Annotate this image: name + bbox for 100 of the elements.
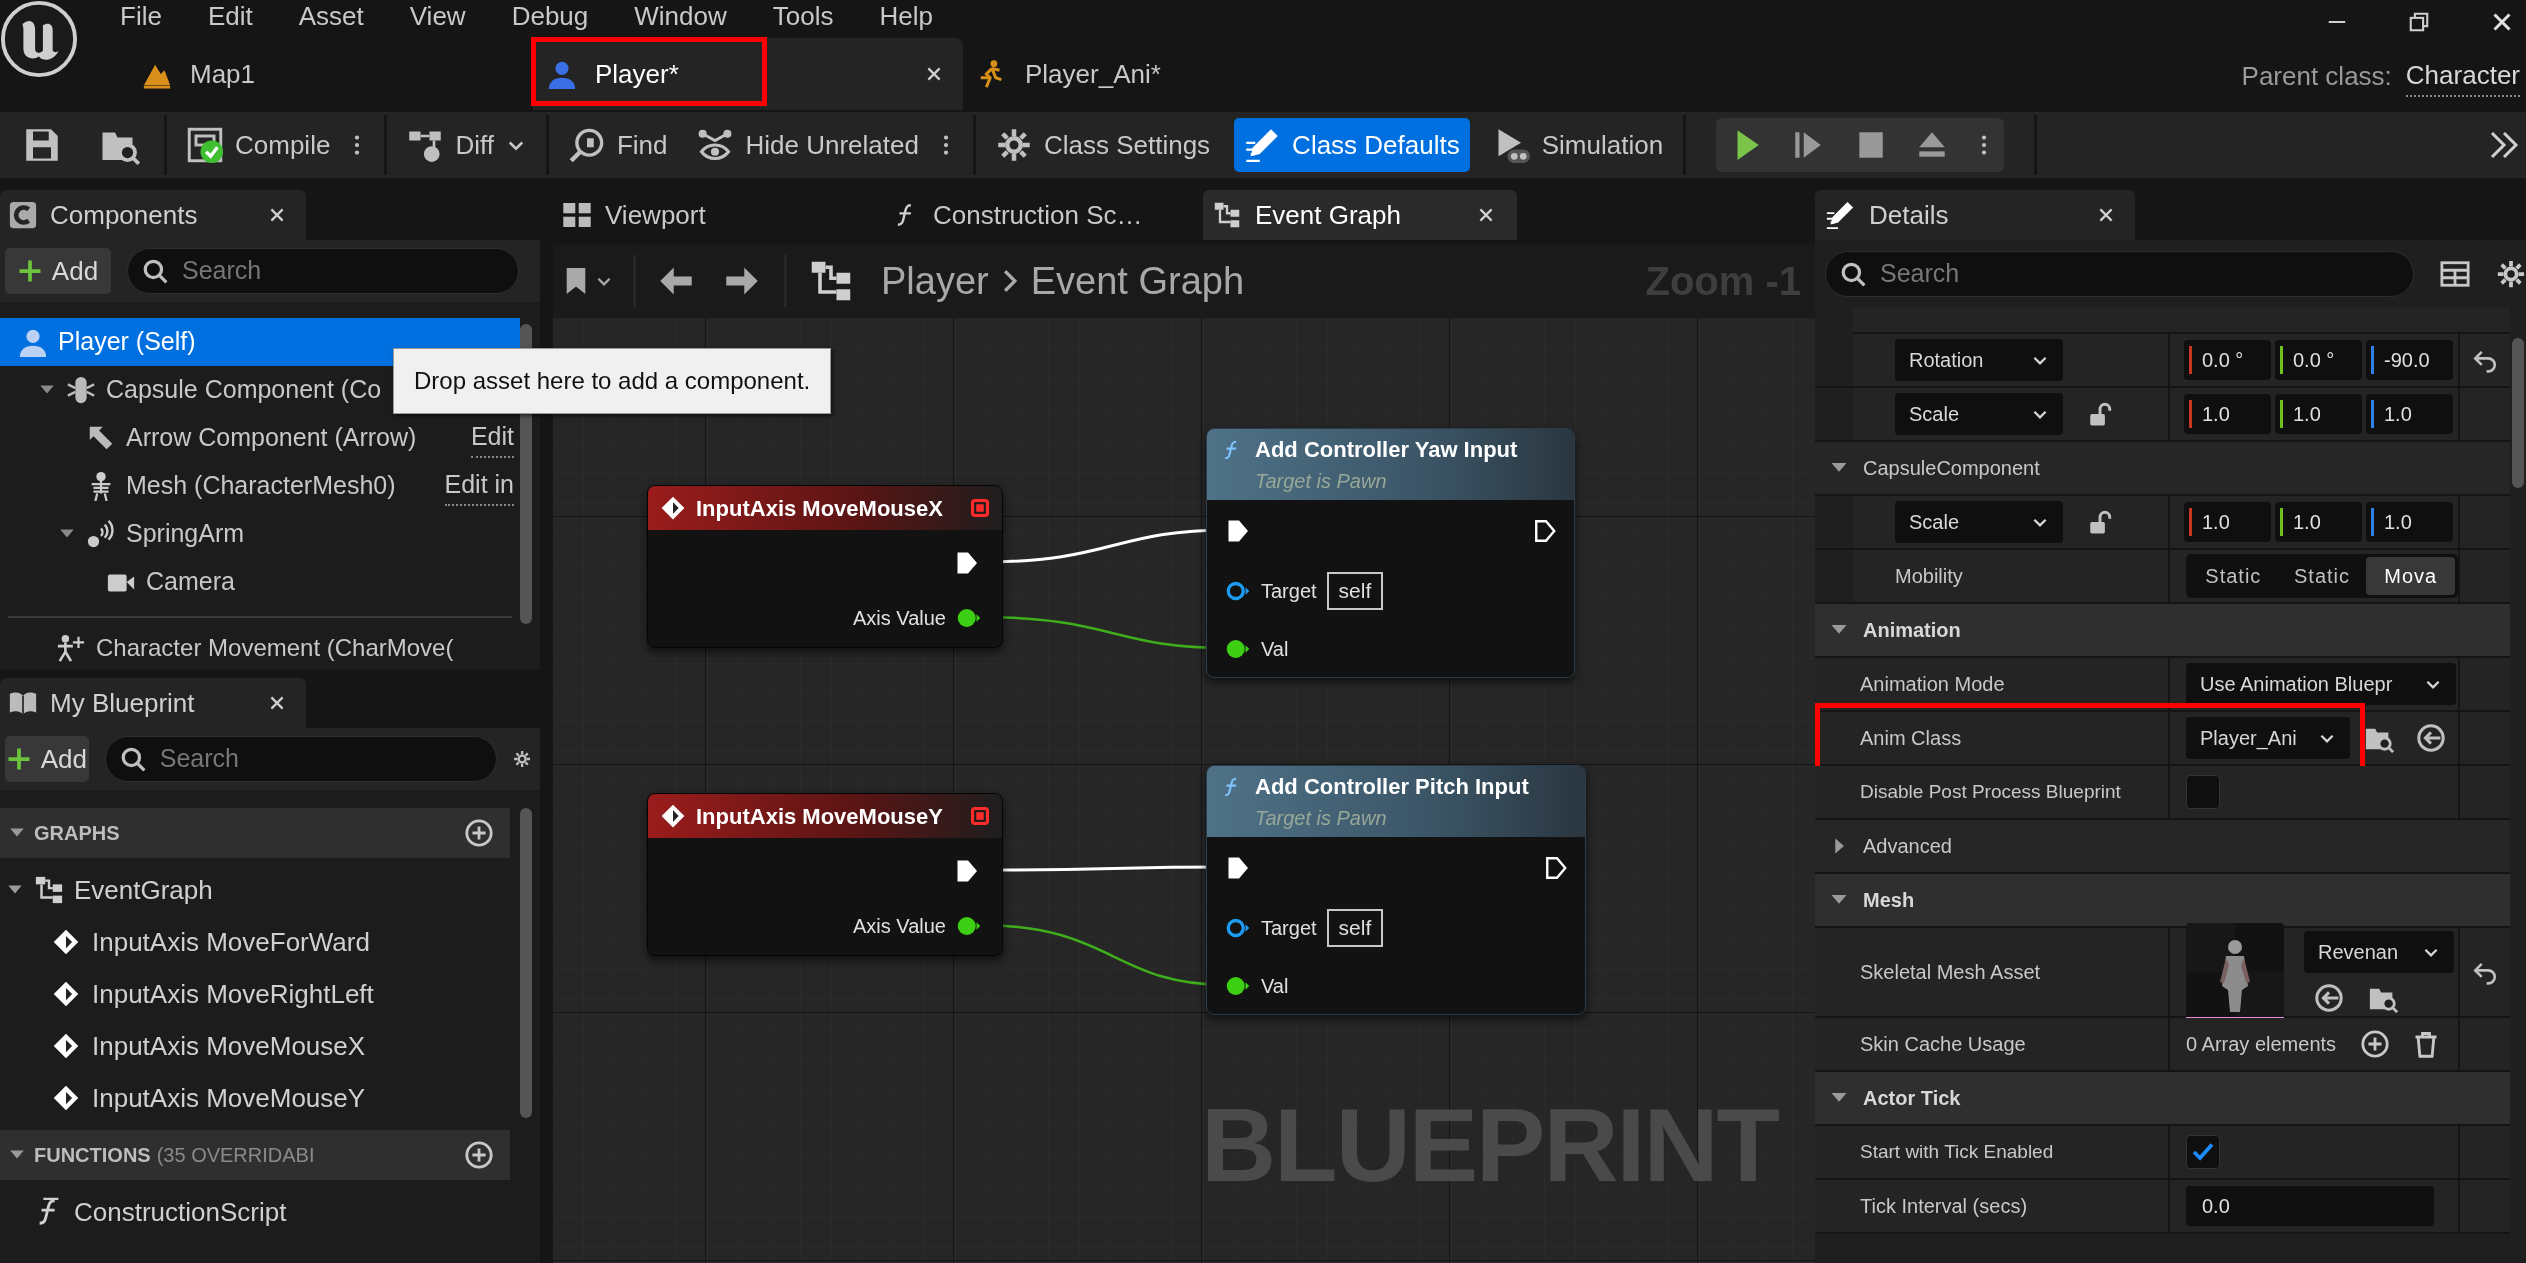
number-field[interactable]: 0.0 ° — [2275, 340, 2362, 380]
dropdown[interactable]: Use Animation Bluepr — [2186, 663, 2456, 705]
add-button[interactable]: Add — [5, 248, 111, 294]
category-header[interactable]: Animation — [1815, 604, 2510, 658]
tree-item[interactable]: Camera — [0, 558, 520, 606]
pin-value-field[interactable]: self — [1326, 572, 1384, 610]
delegate-pin-icon[interactable] — [970, 498, 990, 518]
event-node[interactable]: InputAxis MoveMouseX Axis Value — [647, 485, 1003, 648]
exec-pin-icon[interactable] — [1534, 519, 1558, 543]
use-selected-icon[interactable] — [2314, 983, 2344, 1013]
panel-tab[interactable]: Components — [0, 190, 306, 240]
search-box[interactable]: Search — [1825, 251, 2414, 297]
toolbar-button[interactable]: Compile — [177, 118, 341, 172]
close-icon[interactable] — [2097, 206, 2115, 224]
number-field[interactable]: 1.0 — [2184, 502, 2271, 542]
edit-link[interactable]: Edit in — [444, 466, 514, 506]
toolbar-button[interactable]: Class Settings — [985, 118, 1221, 172]
use-selected-icon[interactable] — [2416, 723, 2446, 753]
add-circle-icon[interactable] — [464, 1140, 494, 1170]
close-icon[interactable] — [925, 65, 943, 83]
exec-pin-icon[interactable] — [1227, 856, 1251, 880]
number-field[interactable]: 1.0 — [2366, 394, 2453, 434]
exec-pin-icon[interactable] — [1545, 856, 1569, 880]
search-box[interactable]: Search — [104, 736, 497, 782]
close-icon[interactable] — [268, 206, 286, 224]
panel-tab[interactable]: My Blueprint — [0, 678, 306, 728]
unlocked-icon[interactable] — [2087, 401, 2113, 427]
float-pin-icon[interactable] — [1225, 974, 1251, 998]
edit-link[interactable]: Edit — [470, 418, 514, 458]
add-circle-icon[interactable] — [464, 818, 494, 848]
document-tab[interactable]: Map1 — [128, 38, 533, 110]
toolbar-button[interactable]: Class Defaults — [1234, 118, 1470, 172]
delegate-pin-icon[interactable] — [970, 806, 990, 826]
object-pin-icon[interactable] — [1225, 579, 1251, 603]
table-view-icon[interactable] — [2440, 259, 2470, 289]
tree-item[interactable]: Mesh (CharacterMesh0) Edit in — [0, 462, 520, 510]
unlocked-icon[interactable] — [2087, 509, 2113, 535]
event-node[interactable]: InputAxis MoveMouseY Axis Value — [647, 793, 1003, 956]
category-header[interactable]: CapsuleComponent — [1815, 442, 2510, 496]
breadcrumb-item[interactable]: Event Graph — [1030, 252, 1245, 310]
segment-option[interactable]: Static — [2189, 557, 2278, 595]
tree-item[interactable]: InputAxis MoveForWard — [0, 916, 510, 968]
tree-item[interactable]: SpringArm — [0, 510, 520, 558]
number-field[interactable]: 1.0 — [2275, 394, 2362, 434]
tree-item[interactable]: Character Movement (CharMove( — [0, 628, 520, 668]
graph-tab[interactable]: Viewport — [553, 190, 883, 240]
search-input[interactable]: Search — [1880, 255, 2399, 293]
document-tab[interactable]: Player* — [533, 38, 963, 110]
number-field[interactable]: 0.0 — [2186, 1186, 2434, 1226]
section-header[interactable]: FUNCTIONS (35 OVERRIDABI — [0, 1130, 510, 1180]
scrollbar-thumb[interactable] — [2512, 338, 2524, 488]
panel-tab[interactable]: Details — [1815, 190, 2135, 240]
segmented-control[interactable]: Static Static Mova — [2186, 554, 2458, 598]
scrollbar-thumb[interactable] — [520, 808, 532, 1118]
class-dropdown[interactable]: Player_Ani — [2186, 717, 2350, 759]
toolbar-button[interactable]: Hide Unrelated — [687, 118, 929, 172]
number-field[interactable]: 1.0 — [2184, 394, 2271, 434]
tree-item[interactable]: EventGraph — [0, 864, 510, 916]
settings-icon[interactable] — [2496, 259, 2526, 289]
category-header[interactable]: Mesh — [1815, 874, 2510, 928]
menu-item[interactable]: Tools — [772, 3, 834, 29]
number-field[interactable]: -90.0 — [2366, 340, 2453, 380]
expand-chevrons-icon[interactable] — [2488, 129, 2520, 161]
number-field[interactable]: 1.0 — [2275, 502, 2362, 542]
add-circle-icon[interactable] — [2360, 1029, 2391, 1059]
menu-item[interactable]: Asset — [298, 3, 364, 29]
checkbox[interactable] — [2186, 1135, 2220, 1169]
function-node[interactable]: Add Controller Yaw Input Target is Pawn Target self Val — [1206, 428, 1575, 678]
object-pin-icon[interactable] — [1225, 916, 1251, 940]
tree-item[interactable]: InputAxis MoveMouseX — [0, 1020, 510, 1072]
category-header[interactable]: Actor Tick — [1815, 1072, 2510, 1126]
add-button[interactable]: Add — [5, 736, 89, 782]
toolbar-button[interactable]: Find — [558, 118, 678, 172]
graph-tab[interactable]: Construction Sc… — [883, 190, 1193, 240]
menu-item[interactable]: Edit — [207, 3, 253, 29]
toolbar-button[interactable]: Diff — [397, 118, 536, 172]
section-header[interactable]: GRAPHS — [0, 808, 510, 858]
exec-pin-icon[interactable] — [1227, 519, 1251, 543]
transform-dropdown[interactable]: Scale — [1895, 501, 2063, 543]
transform-dropdown[interactable]: Rotation — [1895, 339, 2063, 381]
document-tab[interactable]: Player_Ani* — [963, 38, 1293, 110]
search-input[interactable]: Search — [182, 252, 504, 290]
segment-option[interactable]: Static — [2277, 557, 2367, 595]
menu-item[interactable]: Window — [634, 3, 727, 29]
search-input[interactable]: Search — [159, 740, 482, 778]
asset-dropdown[interactable]: Revenan — [2304, 931, 2454, 973]
tree-item[interactable]: Player (Self) — [0, 318, 520, 366]
restore-icon[interactable] — [2408, 11, 2430, 33]
close-icon[interactable] — [1477, 206, 1495, 224]
tree-item[interactable]: InputAxis MoveMouseY — [0, 1072, 510, 1124]
menu-item[interactable]: File — [120, 3, 162, 29]
menu-item[interactable]: View — [409, 3, 466, 29]
tree-item[interactable]: ConstructionScript — [0, 1186, 510, 1238]
menu-item[interactable]: Debug — [511, 3, 589, 29]
exec-pin-icon[interactable] — [956, 859, 980, 883]
number-field[interactable]: 0.0 ° — [2184, 340, 2271, 380]
menu-item[interactable]: Help — [879, 3, 933, 29]
segment-option[interactable]: Mova — [2366, 557, 2455, 595]
close-icon[interactable] — [268, 694, 286, 712]
exec-pin-icon[interactable] — [956, 551, 980, 575]
